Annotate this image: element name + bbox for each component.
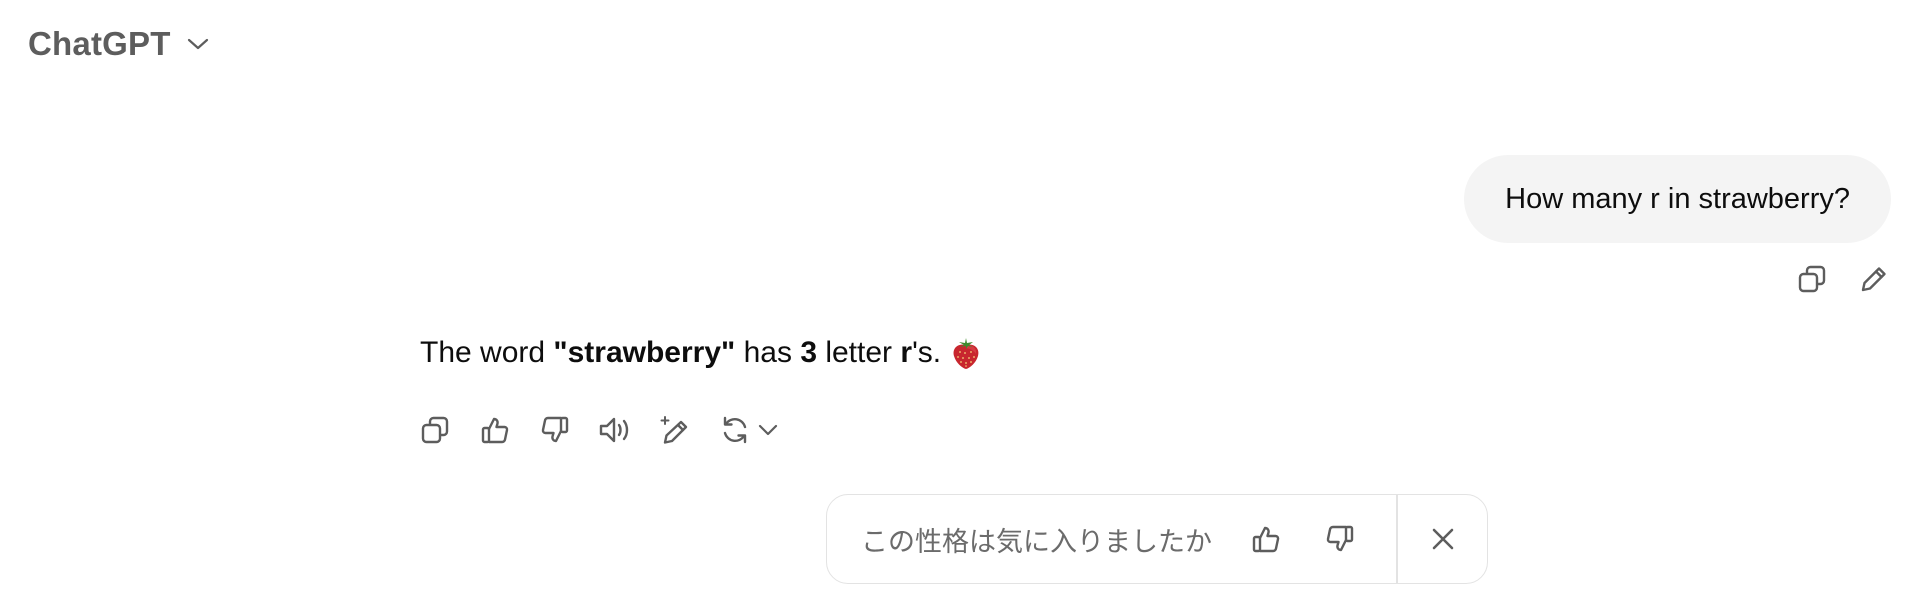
assistant-text-3: letter (817, 336, 901, 369)
edit-sparkle-icon[interactable] (658, 413, 692, 447)
personality-feedback-card: この性格は気に入りましたか (826, 494, 1488, 584)
assistant-message-actions (418, 413, 778, 447)
assistant-message: The word "strawberry" has 3 letter r 's. (420, 336, 981, 370)
assistant-word: "strawberry" (553, 336, 736, 369)
copy-icon[interactable] (1795, 262, 1829, 296)
thumbs-down-icon[interactable] (1323, 522, 1357, 556)
feedback-buttons (1249, 522, 1357, 556)
thumbs-up-icon[interactable] (1249, 522, 1283, 556)
chevron-down-icon (185, 31, 211, 57)
model-switcher[interactable]: ChatGPT (28, 20, 211, 68)
thumbs-up-icon[interactable] (478, 413, 512, 447)
user-message-text: How many r in strawberry? (1505, 182, 1850, 215)
close-icon[interactable] (1426, 522, 1460, 556)
edit-icon[interactable] (1857, 262, 1891, 296)
feedback-prompt: この性格は気に入りましたか (861, 526, 1212, 558)
model-name: ChatGPT (28, 25, 171, 62)
regenerate-button[interactable] (718, 413, 778, 447)
chat-page: ChatGPT How many r in strawberry? The wo… (0, 0, 1930, 616)
read-aloud-icon[interactable] (598, 413, 632, 447)
assistant-text-2: has (735, 336, 801, 369)
assistant-count: 3 (800, 336, 817, 369)
copy-icon[interactable] (418, 413, 452, 447)
assistant-text-1: The word (420, 336, 554, 369)
user-message-actions (1795, 262, 1891, 296)
assistant-letter: r (900, 336, 913, 369)
user-message-bubble: How many r in strawberry? (1464, 155, 1891, 243)
regenerate-icon (718, 413, 752, 447)
chevron-down-icon (758, 424, 778, 436)
assistant-text-4: 's. (912, 336, 942, 369)
strawberry-icon (951, 336, 981, 370)
feedback-divider (1396, 494, 1398, 584)
thumbs-down-icon[interactable] (538, 413, 572, 447)
